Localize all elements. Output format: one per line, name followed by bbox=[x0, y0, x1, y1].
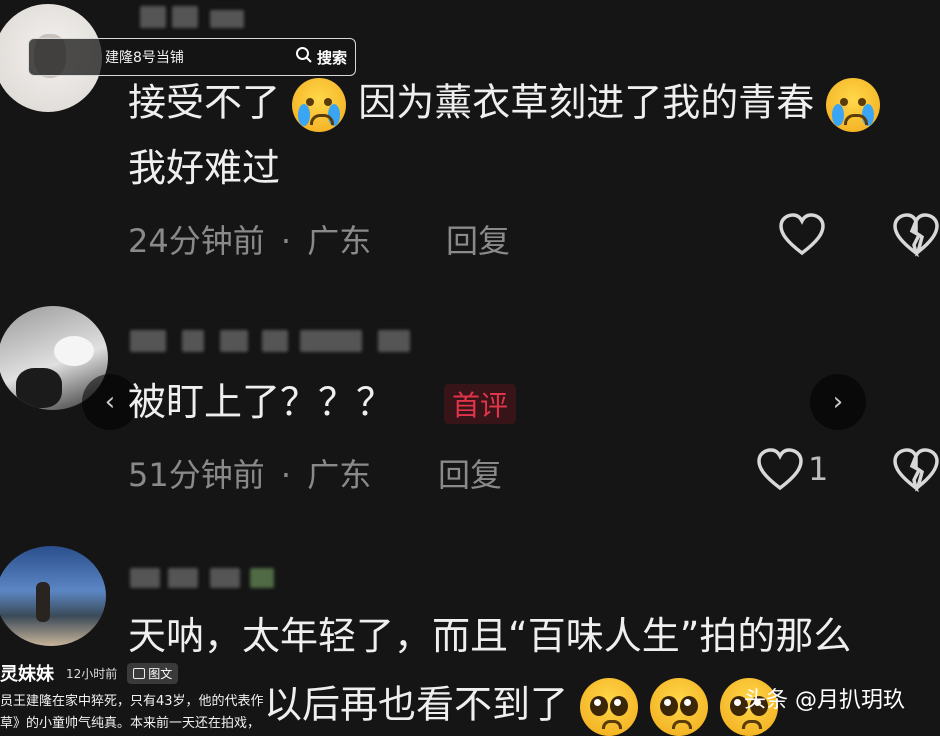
username bbox=[168, 568, 198, 588]
watermark: 头条 @月扒玥玖 bbox=[744, 688, 905, 713]
post-type-tag: 图文 bbox=[127, 662, 179, 684]
location: 广东 bbox=[307, 222, 372, 260]
timestamp: 24分钟前 bbox=[128, 222, 265, 260]
first-comment-badge: 首评 bbox=[444, 384, 517, 424]
username bbox=[300, 330, 362, 352]
username[interactable] bbox=[140, 6, 166, 28]
heart-icon[interactable] bbox=[756, 448, 804, 492]
search-bar[interactable]: 建隆8号当铺 搜索 bbox=[28, 38, 356, 76]
heart-icon[interactable] bbox=[778, 213, 826, 257]
username bbox=[262, 330, 288, 352]
username[interactable] bbox=[130, 568, 160, 588]
username bbox=[172, 6, 198, 28]
post-time: 12小时前 bbox=[66, 666, 118, 681]
comment-meta: 51分钟前 · 广东 bbox=[128, 450, 371, 496]
author-name[interactable]: 灵妹妹 bbox=[0, 660, 54, 686]
avatar[interactable] bbox=[0, 546, 106, 646]
comment-meta: 24分钟前 · 广东 bbox=[128, 216, 371, 262]
location: 广东 bbox=[307, 456, 372, 494]
chevron-right-icon[interactable]: › bbox=[810, 374, 866, 430]
dislike-heart-icon[interactable] bbox=[892, 213, 940, 257]
like-count: 1 bbox=[808, 450, 829, 488]
search-icon[interactable] bbox=[295, 46, 313, 68]
comment-text: 我好难过 bbox=[128, 146, 281, 190]
separator: · bbox=[280, 456, 292, 494]
image-text-icon bbox=[133, 667, 146, 679]
username bbox=[378, 330, 410, 352]
username bbox=[210, 568, 240, 588]
search-button[interactable]: 搜索 bbox=[317, 47, 347, 68]
username bbox=[182, 330, 204, 352]
reply-button[interactable]: 回复 bbox=[438, 450, 502, 496]
crying-emoji-icon bbox=[292, 78, 347, 132]
username bbox=[220, 330, 248, 352]
search-input[interactable]: 建隆8号当铺 bbox=[105, 47, 184, 67]
post-caption: 员王建隆在家中猝死，只有43岁，他的代表作 bbox=[0, 694, 264, 709]
dislike-heart-icon[interactable] bbox=[892, 448, 940, 492]
post-caption: 草》的小童帅气纯真。本来前一天还在拍戏， bbox=[0, 716, 261, 731]
username bbox=[210, 10, 244, 28]
comment-text: 天呐，太年轻了，而且“百味人生”拍的那么 bbox=[128, 614, 852, 658]
crying-emoji-icon bbox=[826, 78, 881, 132]
reply-button[interactable]: 回复 bbox=[446, 216, 510, 262]
separator: · bbox=[280, 222, 292, 260]
comment-text: 接受不了 因为薰衣草刻进了我的青春 bbox=[128, 78, 881, 132]
timestamp: 51分钟前 bbox=[128, 456, 265, 494]
comment-text: 被盯上了？？？ bbox=[128, 380, 395, 424]
post-overlay: 灵妹妹 12小时前 图文 员王建隆在家中猝死，只有43岁，他的代表作 草》的小童… bbox=[0, 656, 940, 731]
username[interactable] bbox=[130, 330, 166, 352]
username bbox=[250, 568, 274, 588]
